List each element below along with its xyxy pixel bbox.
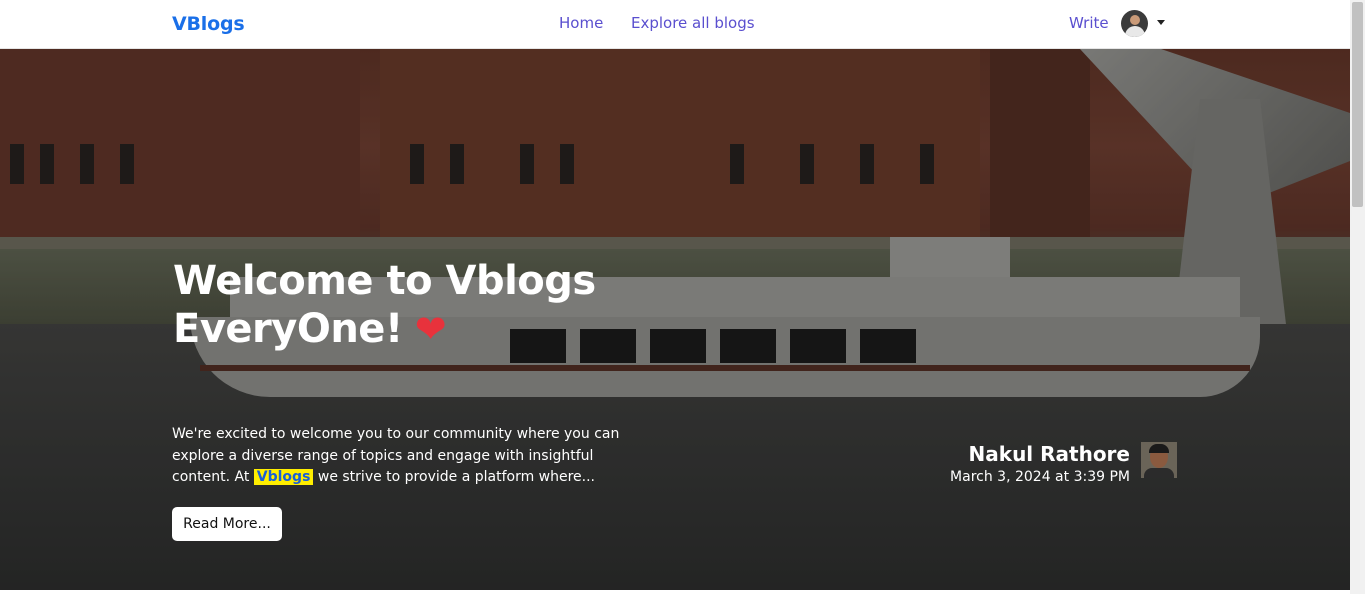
author-name[interactable]: Nakul Rathore bbox=[940, 440, 1130, 468]
hero-desc-text-end: we strive to provide a platform where... bbox=[317, 469, 596, 485]
scrollbar-thumb[interactable] bbox=[1352, 2, 1363, 207]
hero-title: Welcome to Vblogs EveryOne! ❤ bbox=[173, 257, 693, 353]
avatar-shirt-shape bbox=[1144, 468, 1174, 478]
author-info: Nakul Rathore March 3, 2024 at 3:39 PM bbox=[940, 440, 1130, 486]
author-avatar[interactable] bbox=[1141, 442, 1177, 478]
chevron-down-icon[interactable] bbox=[1157, 20, 1165, 25]
hero-description: We're excited to welcome you to our comm… bbox=[172, 424, 642, 489]
page-scrollbar[interactable] bbox=[1350, 0, 1365, 594]
highlighted-brand-text: Vblogs bbox=[253, 469, 314, 485]
hero-title-line1: Welcome to Vblogs bbox=[173, 258, 596, 304]
post-date: March 3, 2024 at 3:39 PM bbox=[950, 469, 1130, 485]
nav-link-explore-all-blogs[interactable]: Explore all blogs bbox=[631, 14, 755, 32]
nav-link-write[interactable]: Write bbox=[1069, 14, 1109, 32]
navbar: VBlogs Home Explore all blogs Write bbox=[0, 0, 1350, 49]
avatar-head-shape bbox=[1130, 15, 1140, 25]
user-avatar[interactable] bbox=[1121, 10, 1148, 37]
avatar-hair-shape bbox=[1149, 444, 1169, 453]
read-more-button[interactable]: Read More... bbox=[172, 507, 282, 541]
avatar-body-shape bbox=[1125, 26, 1145, 37]
heart-icon: ❤ bbox=[414, 307, 447, 351]
hero-title-line2: EveryOne! bbox=[173, 306, 403, 352]
nav-link-home[interactable]: Home bbox=[559, 14, 603, 32]
brand-logo[interactable]: VBlogs bbox=[172, 13, 245, 35]
